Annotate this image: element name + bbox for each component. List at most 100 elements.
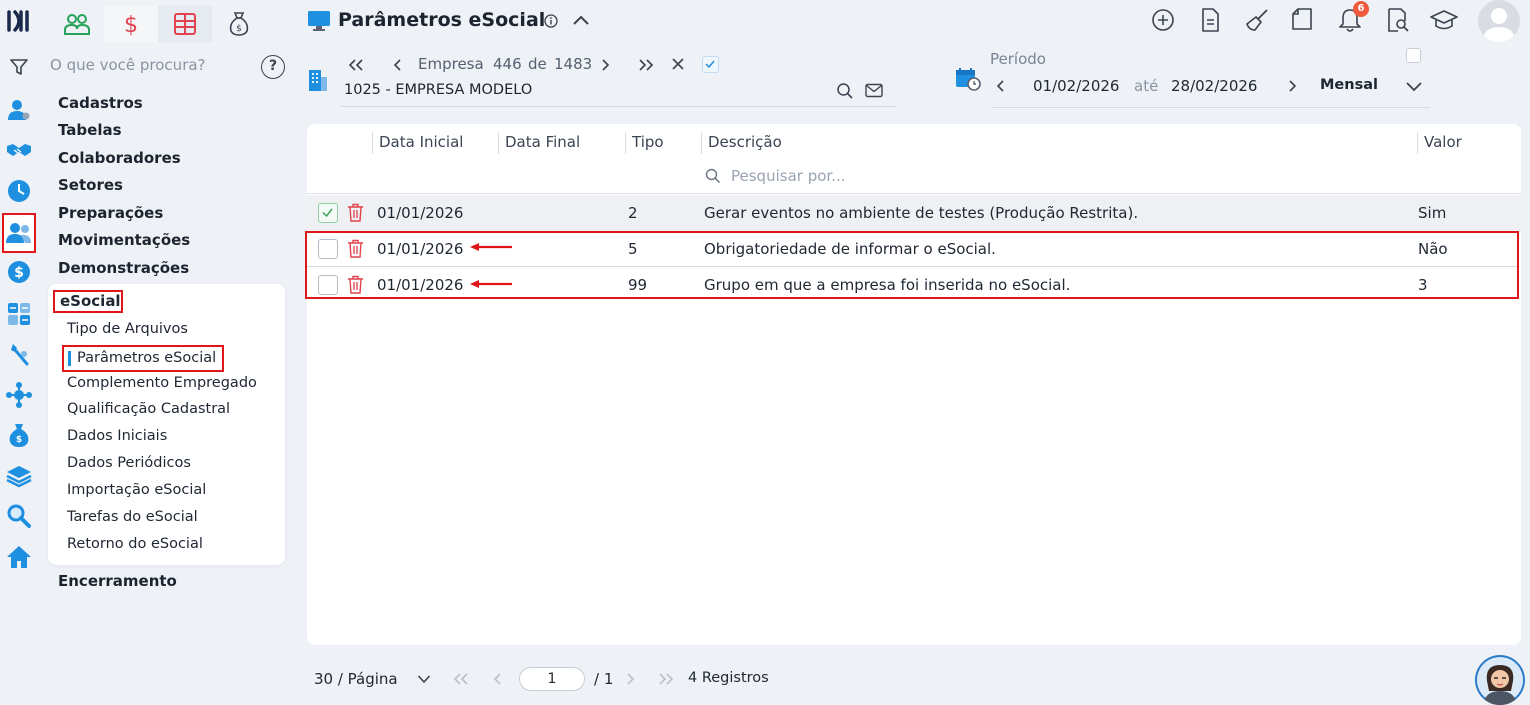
submenu-dados-periodicos[interactable]: Dados Periódicos <box>67 455 191 471</box>
submenu-parametros-esocial[interactable]: Parâmetros eSocial <box>62 345 224 372</box>
search-company-icon[interactable] <box>836 82 854 100</box>
search-icon[interactable] <box>5 502 33 530</box>
menu-colaboradores[interactable]: Colaboradores <box>58 149 181 167</box>
svg-text:$: $ <box>14 265 24 281</box>
company-label: Empresa <box>418 55 484 73</box>
submenu-tarefas-esocial[interactable]: Tarefas do eSocial <box>67 509 198 525</box>
calculator-icon[interactable] <box>5 300 33 328</box>
menu-tabelas[interactable]: Tabelas <box>58 121 122 139</box>
col-header-descricao[interactable]: Descrição <box>701 132 782 154</box>
page-number-input[interactable]: 1 <box>519 667 585 691</box>
clock-icon[interactable] <box>5 177 33 205</box>
layers-icon[interactable] <box>5 462 33 490</box>
calendar-clock-icon <box>955 67 981 91</box>
chevron-down-icon[interactable] <box>1405 79 1423 93</box>
row-checkbox[interactable] <box>318 203 338 223</box>
notes-icon[interactable] <box>1291 8 1313 32</box>
menu-encerramento[interactable]: Encerramento <box>58 572 177 590</box>
col-header-data-inicial[interactable]: Data Inicial <box>372 132 463 154</box>
prev-company-icon[interactable] <box>391 58 403 72</box>
network-icon[interactable] <box>5 381 33 409</box>
first-page-icon[interactable] <box>453 673 469 685</box>
period-underline <box>992 107 1430 108</box>
cell-tipo: 2 <box>628 204 638 222</box>
submenu-dados-iniciais[interactable]: Dados Iniciais <box>67 428 167 444</box>
submenu-complemento-empregado[interactable]: Complemento Empregado <box>67 375 257 391</box>
menu-setores[interactable]: Setores <box>58 176 123 194</box>
module-tab-accounting[interactable] <box>158 6 212 42</box>
next-company-icon[interactable] <box>600 58 612 72</box>
icon-rail: $ $ <box>0 0 38 705</box>
chevron-up-icon[interactable] <box>572 13 590 27</box>
period-end[interactable]: 28/02/2026 <box>1171 77 1257 95</box>
page-size-select[interactable]: 30 / Página <box>314 670 398 688</box>
user-avatar[interactable] <box>1478 0 1520 42</box>
period-checkbox[interactable] <box>1406 48 1421 63</box>
col-header-tipo[interactable]: Tipo <box>625 132 664 154</box>
cell-data-inicial: 01/01/2026 <box>377 204 464 222</box>
home-icon[interactable] <box>5 543 33 571</box>
submenu-label: Parâmetros eSocial <box>77 350 217 366</box>
next-period-icon[interactable] <box>1287 79 1299 93</box>
assistant-avatar[interactable] <box>1475 655 1525 705</box>
broom-icon[interactable] <box>1245 8 1271 32</box>
mail-icon[interactable] <box>865 83 883 98</box>
menu-movimentacoes[interactable]: Movimentações <box>58 231 190 249</box>
period-start[interactable]: 01/02/2026 <box>1033 77 1119 95</box>
menu-preparacoes[interactable]: Preparações <box>58 204 163 222</box>
company-underline <box>341 106 896 107</box>
highlight-box <box>305 231 1519 299</box>
handshake-icon[interactable] <box>5 136 33 164</box>
info-icon[interactable] <box>544 14 558 28</box>
user-settings-icon[interactable] <box>5 96 33 124</box>
prev-page-icon[interactable] <box>493 673 503 685</box>
module-tab-tax[interactable]: $ <box>212 6 266 42</box>
active-indicator <box>68 351 71 366</box>
people-icon[interactable] <box>2 213 36 253</box>
monitor-icon <box>307 10 331 32</box>
svg-text:$: $ <box>124 13 138 37</box>
table-row[interactable]: 01/01/2026 2 Gerar eventos no ambiente d… <box>307 195 1521 231</box>
tools-icon[interactable] <box>5 340 33 368</box>
last-company-icon[interactable] <box>637 58 655 72</box>
submenu-retorno-esocial[interactable]: Retorno do eSocial <box>67 536 203 552</box>
document-icon[interactable] <box>1199 8 1221 32</box>
period-label: Período <box>990 50 1046 68</box>
menu-demonstracoes[interactable]: Demonstrações <box>58 259 189 277</box>
last-page-icon[interactable] <box>658 673 674 685</box>
trash-icon[interactable] <box>347 203 364 222</box>
help-icon[interactable]: ? <box>261 55 285 79</box>
app-logo[interactable] <box>5 7 33 35</box>
menu-search-input[interactable]: O que você procura? <box>50 56 206 74</box>
menu-esocial[interactable]: eSocial <box>53 290 123 313</box>
first-company-icon[interactable] <box>347 58 365 72</box>
close-icon[interactable] <box>671 57 685 71</box>
submenu-tipo-arquivos[interactable]: Tipo de Arquivos <box>67 321 188 337</box>
people-group-icon <box>64 14 90 35</box>
period-mode-select[interactable]: Mensal <box>1320 77 1378 93</box>
company-name[interactable]: 1025 - EMPRESA MODELO <box>344 82 532 98</box>
search-document-icon[interactable] <box>1386 8 1410 32</box>
col-header-valor[interactable]: Valor <box>1417 132 1462 154</box>
notification-badge: 6 <box>1353 1 1369 17</box>
module-tab-people[interactable] <box>50 6 104 42</box>
dollar-sign-icon: $ <box>124 13 138 37</box>
module-tab-finance[interactable]: $ <box>104 6 158 42</box>
add-circle-icon[interactable] <box>1151 8 1175 32</box>
next-page-icon[interactable] <box>625 673 635 685</box>
col-header-data-final[interactable]: Data Final <box>498 132 580 154</box>
graduation-cap-icon[interactable] <box>1430 8 1458 32</box>
description-filter-input[interactable]: Pesquisar por... <box>731 167 846 185</box>
menu-cadastros[interactable]: Cadastros <box>58 94 143 112</box>
period-until: até <box>1134 77 1159 95</box>
cell-valor: Sim <box>1418 204 1447 222</box>
header-divider <box>307 193 1521 194</box>
submenu-qualificacao-cadastral[interactable]: Qualificação Cadastral <box>67 401 230 417</box>
submenu-importacao-esocial[interactable]: Importação eSocial <box>67 482 206 498</box>
prev-period-icon[interactable] <box>994 79 1006 93</box>
filter-icon[interactable] <box>5 53 33 81</box>
chevron-down-icon[interactable] <box>417 674 431 684</box>
dollar-icon[interactable]: $ <box>5 258 33 286</box>
money-bag-icon[interactable]: $ <box>5 421 33 449</box>
company-checkbox[interactable] <box>702 56 719 73</box>
